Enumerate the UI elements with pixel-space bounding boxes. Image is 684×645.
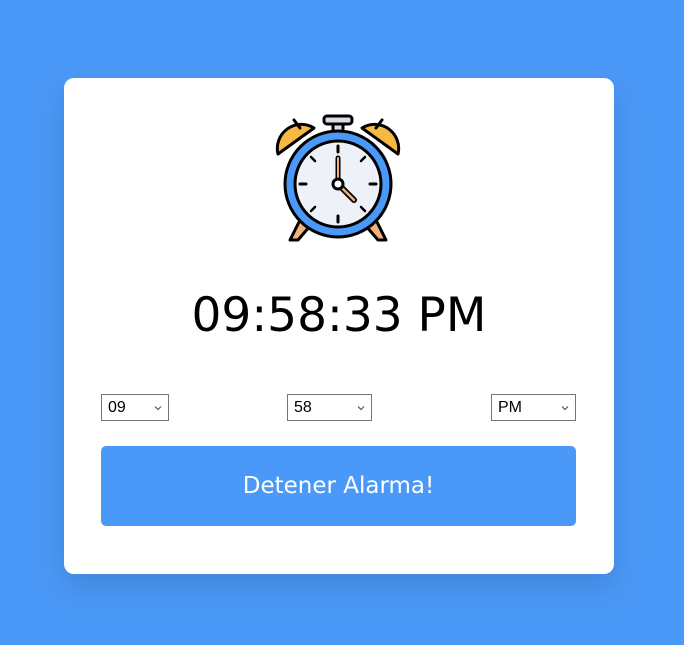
- chevron-down-icon: [561, 406, 569, 411]
- current-time-display: 09:58:33 PM: [191, 288, 487, 343]
- stop-alarm-button[interactable]: Detener Alarma!: [101, 446, 576, 526]
- minute-select-value: 58: [294, 399, 312, 416]
- minute-select[interactable]: 58: [287, 394, 372, 421]
- alarm-card: 09:58:33 PM 09 58 PM Detener Alarma!: [64, 78, 614, 574]
- hour-select[interactable]: 09: [101, 394, 169, 421]
- alarm-clock-icon: [270, 114, 406, 246]
- ampm-select[interactable]: PM: [491, 394, 576, 421]
- ampm-select-value: PM: [498, 399, 522, 416]
- chevron-down-icon: [357, 406, 365, 411]
- hour-select-value: 09: [108, 399, 126, 416]
- chevron-down-icon: [154, 406, 162, 411]
